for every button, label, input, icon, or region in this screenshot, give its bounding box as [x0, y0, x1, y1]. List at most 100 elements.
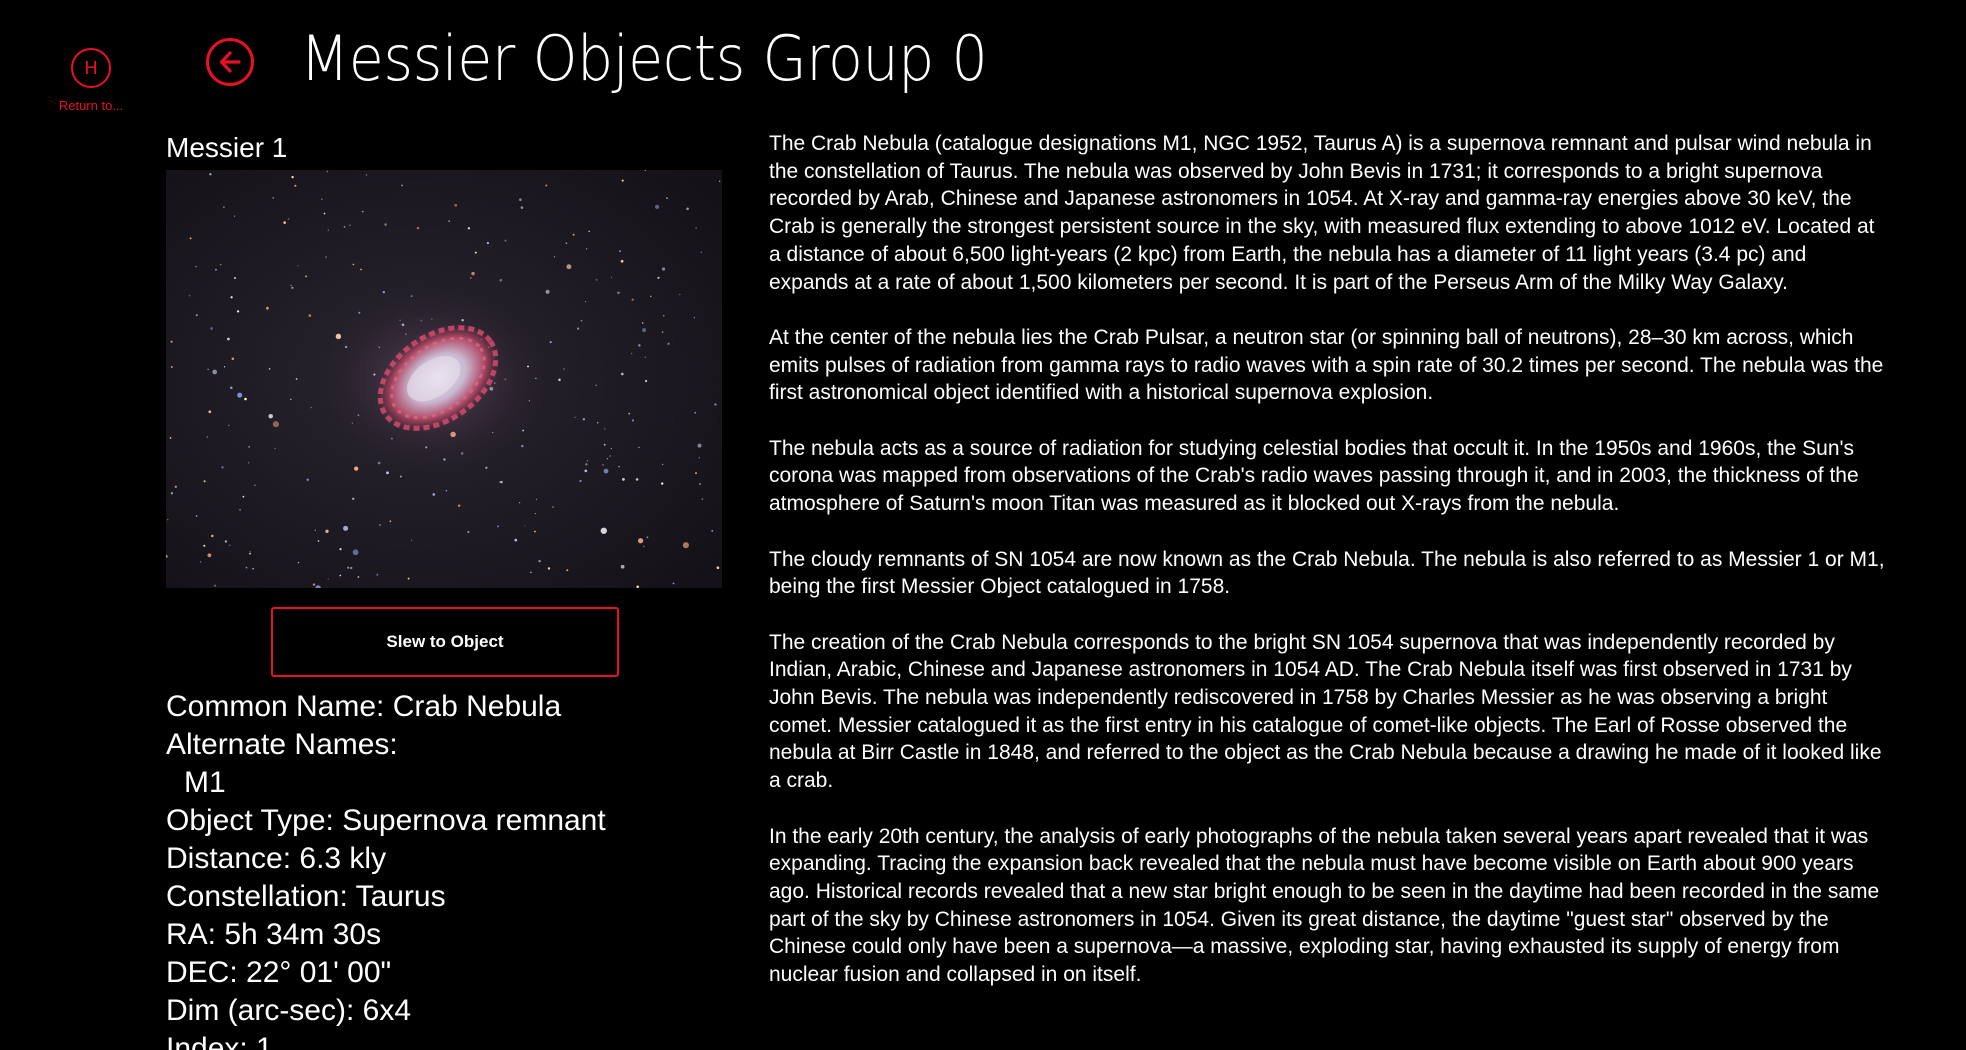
star: [203, 544, 206, 547]
star: [242, 495, 245, 498]
star: [622, 477, 625, 481]
star: [595, 384, 598, 387]
star: [596, 421, 599, 424]
star: [467, 530, 470, 534]
star: [290, 284, 292, 287]
star: [604, 428, 606, 430]
star: [234, 215, 236, 217]
star: [283, 221, 287, 224]
star: [325, 256, 327, 258]
description-paragraph: The nebula acts as a source of radiation…: [769, 436, 1859, 516]
star: [486, 241, 490, 245]
star: [637, 538, 644, 544]
star: [603, 468, 609, 474]
star: [290, 398, 292, 401]
object-type: Object Type: Supernova remnant: [166, 804, 606, 837]
star: [272, 197, 274, 199]
star: [306, 478, 309, 482]
star: [378, 523, 381, 527]
star: [538, 559, 541, 563]
star: [686, 207, 689, 211]
star: [470, 277, 472, 279]
star: [695, 227, 697, 229]
star: [237, 392, 243, 398]
star: [474, 251, 477, 254]
star: [650, 295, 652, 298]
star: [667, 342, 670, 345]
star: [357, 576, 360, 578]
star: [576, 327, 580, 330]
star: [215, 268, 217, 271]
star: [471, 271, 475, 276]
star: [214, 584, 216, 587]
star: [339, 547, 342, 551]
star: [595, 278, 598, 281]
star: [553, 256, 556, 258]
slew-to-object-button[interactable]: Slew to Object: [271, 607, 619, 677]
star: [602, 464, 604, 466]
star: [354, 466, 359, 471]
star: [584, 469, 588, 473]
star: [499, 481, 501, 483]
star: [297, 265, 299, 267]
star: [195, 314, 198, 317]
star: [642, 328, 647, 333]
star: [266, 306, 269, 310]
star: [579, 479, 582, 483]
star: [212, 369, 218, 375]
back-button[interactable]: [206, 38, 254, 86]
star: [291, 175, 294, 179]
nebula-photo: [166, 170, 722, 588]
star: [360, 268, 362, 271]
star: [534, 512, 536, 515]
star: [327, 578, 329, 580]
star: [545, 184, 548, 187]
star: [645, 379, 648, 383]
star: [549, 341, 552, 344]
star: [693, 317, 696, 319]
star: [308, 314, 312, 317]
star: [600, 527, 607, 534]
star: [174, 485, 177, 488]
star: [295, 377, 298, 380]
star: [327, 229, 329, 231]
star: [323, 212, 326, 215]
star: [310, 407, 312, 409]
star: [467, 227, 471, 230]
star: [514, 538, 518, 542]
star: [169, 437, 172, 439]
star: [558, 378, 561, 382]
page-title: Messier Objects Group 0: [300, 22, 988, 95]
return-home-button[interactable]: H Return to...: [56, 48, 126, 113]
star: [618, 466, 620, 468]
star: [698, 483, 702, 486]
star: [249, 552, 251, 555]
star: [445, 489, 448, 492]
star: [524, 525, 526, 527]
star: [519, 198, 522, 202]
star: [268, 368, 271, 370]
star: [170, 366, 173, 368]
alternate-names-label: Alternate Names:: [166, 728, 398, 761]
star: [432, 493, 436, 496]
star: [631, 298, 634, 301]
description-paragraph: The creation of the Crab Nebula correspo…: [769, 630, 1882, 793]
star: [485, 466, 488, 469]
star: [227, 337, 230, 341]
star: [609, 455, 611, 457]
star: [610, 447, 613, 450]
star: [585, 301, 586, 303]
star: [643, 545, 645, 547]
star: [628, 412, 631, 415]
star: [644, 356, 646, 358]
star: [231, 357, 235, 361]
star: [207, 368, 209, 370]
star: [621, 179, 624, 182]
star: [305, 275, 308, 278]
star: [500, 480, 503, 484]
object-description: The Crab Nebula (catalogue designations …: [769, 130, 1889, 1016]
star: [399, 475, 402, 478]
star: [221, 466, 224, 469]
star: [535, 498, 537, 500]
star: [384, 223, 387, 226]
